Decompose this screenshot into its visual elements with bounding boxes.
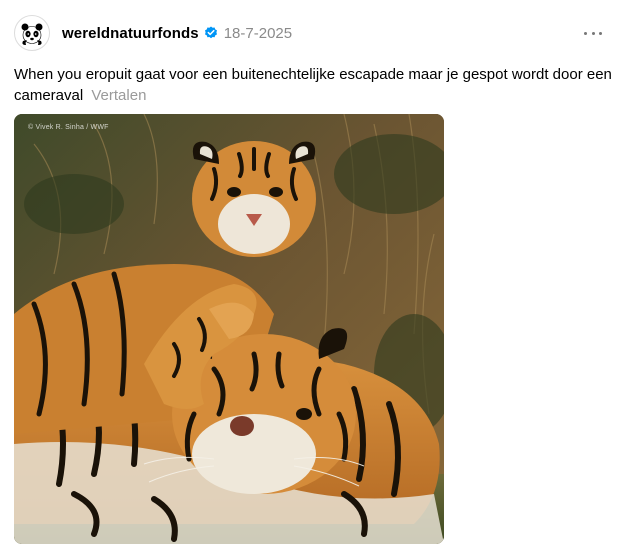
post-photo[interactable]: © Vivek R. Sinha / WWF bbox=[14, 114, 444, 544]
photo-watermark: © Vivek R. Sinha / WWF bbox=[28, 124, 109, 131]
panda-logo-icon bbox=[21, 23, 43, 45]
post-date[interactable]: 18-7-2025 bbox=[224, 25, 292, 42]
translate-link[interactable]: Vertalen bbox=[91, 87, 146, 104]
verified-badge-icon bbox=[204, 26, 218, 40]
tiger-photo-illustration bbox=[14, 114, 444, 544]
username[interactable]: wereldnatuurfonds bbox=[62, 25, 199, 42]
dot bbox=[591, 31, 595, 35]
post-card: wereldnatuurfonds 18-7-2025 When you ero… bbox=[0, 0, 620, 554]
dot bbox=[599, 31, 602, 35]
post-header: wereldnatuurfonds 18-7-2025 bbox=[14, 14, 606, 52]
more-options-icon[interactable] bbox=[584, 24, 602, 42]
dot bbox=[584, 31, 587, 35]
profile-avatar[interactable] bbox=[14, 15, 50, 51]
post-caption: When you eropuit gaat voor een buitenech… bbox=[14, 64, 614, 106]
